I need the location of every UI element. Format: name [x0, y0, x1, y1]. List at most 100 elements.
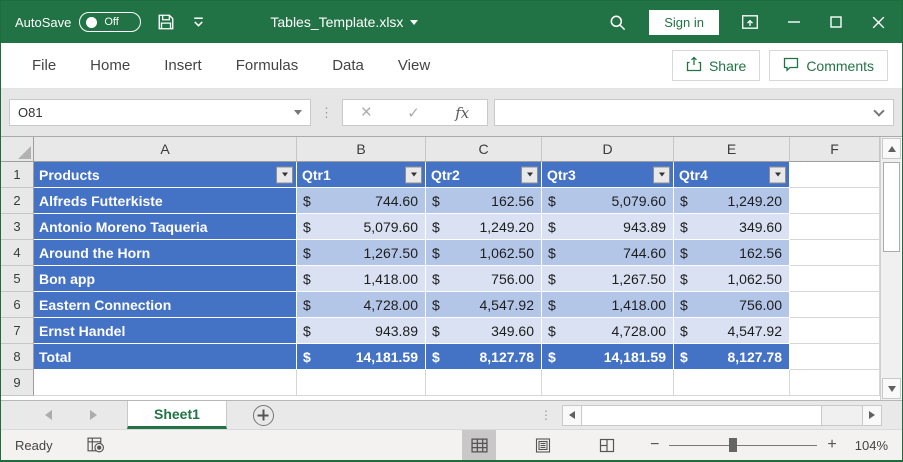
vertical-scrollbar[interactable] — [880, 137, 901, 400]
next-sheet-icon[interactable] — [90, 410, 97, 420]
cell-money[interactable]: $1,249.20 — [674, 188, 790, 214]
search-icon[interactable] — [608, 13, 627, 32]
scroll-left-button[interactable] — [563, 406, 582, 425]
cell-money[interactable]: $349.60 — [426, 318, 542, 344]
cancel-icon[interactable]: × — [361, 103, 372, 122]
cell-product[interactable]: Bon app — [34, 266, 297, 292]
cell-B9[interactable] — [297, 370, 426, 396]
row-header-4[interactable]: 4 — [1, 240, 34, 266]
tab-formulas[interactable]: Formulas — [219, 57, 316, 74]
cell-money[interactable]: $1,418.00 — [542, 292, 674, 318]
sheet-tab-sheet1[interactable]: Sheet1 — [127, 401, 227, 429]
row-header-5[interactable]: 5 — [1, 266, 34, 292]
scroll-down-button[interactable] — [882, 378, 901, 399]
autosave-toggle[interactable]: AutoSave Off — [15, 12, 141, 32]
horizontal-scrollbar-thumb[interactable] — [582, 406, 822, 425]
table-header-qtr4[interactable]: Qtr4 — [674, 162, 790, 188]
row-header-9[interactable]: 9 — [1, 370, 34, 396]
cell-money[interactable]: $4,728.00 — [297, 292, 426, 318]
column-header-B[interactable]: B — [297, 137, 426, 162]
vertical-scrollbar-thumb[interactable] — [883, 162, 900, 252]
cell-F4[interactable] — [790, 240, 880, 266]
insert-function-icon[interactable]: fx — [455, 104, 469, 122]
cell-F2[interactable] — [790, 188, 880, 214]
quick-access-toolbar-icon[interactable] — [191, 16, 206, 29]
cell-product[interactable]: Alfreds Futterkiste — [34, 188, 297, 214]
new-sheet-button[interactable] — [253, 405, 274, 426]
tab-home[interactable]: Home — [73, 57, 147, 74]
formula-input[interactable] — [494, 99, 894, 126]
cell-total-label[interactable]: Total — [34, 344, 297, 370]
ribbon-display-options-icon[interactable] — [741, 13, 759, 31]
cell-product[interactable]: Around the Horn — [34, 240, 297, 266]
cell-A9[interactable] — [34, 370, 297, 396]
page-layout-view-button[interactable] — [526, 430, 560, 460]
cell-money[interactable]: $349.60 — [674, 214, 790, 240]
row-header-7[interactable]: 7 — [1, 318, 34, 344]
cell-C9[interactable] — [426, 370, 542, 396]
table-header-qtr3[interactable]: Qtr3 — [542, 162, 674, 188]
row-header-8[interactable]: 8 — [1, 344, 34, 370]
cell-product[interactable]: Eastern Connection — [34, 292, 297, 318]
cell-money[interactable]: $943.89 — [542, 214, 674, 240]
cell-F1[interactable] — [790, 162, 880, 188]
filter-button-qtr2[interactable] — [521, 166, 538, 183]
cell-money[interactable]: $4,547.92 — [426, 292, 542, 318]
table-header-products[interactable]: Products — [34, 162, 297, 188]
zoom-in-button[interactable]: + — [827, 436, 836, 454]
cell-money[interactable]: $5,079.60 — [542, 188, 674, 214]
filter-button-qtr1[interactable] — [405, 166, 422, 183]
cell-D9[interactable] — [542, 370, 674, 396]
cell-money[interactable]: $1,062.50 — [426, 240, 542, 266]
formula-bar-grip-icon[interactable]: ⋮ — [320, 105, 333, 121]
cell-money[interactable]: $756.00 — [426, 266, 542, 292]
select-all-button[interactable] — [1, 137, 34, 162]
name-box-dropdown-icon[interactable] — [294, 110, 302, 115]
cell-money[interactable]: $1,267.50 — [297, 240, 426, 266]
cell-F5[interactable] — [790, 266, 880, 292]
cell-total[interactable]: $8,127.78 — [674, 344, 790, 370]
cell-product[interactable]: Antonio Moreno Taqueria — [34, 214, 297, 240]
column-header-E[interactable]: E — [674, 137, 790, 162]
cell-total[interactable]: $14,181.59 — [542, 344, 674, 370]
cell-money[interactable]: $162.56 — [426, 188, 542, 214]
tab-file[interactable]: File — [15, 57, 73, 74]
zoom-out-button[interactable]: − — [650, 436, 659, 454]
tab-view[interactable]: View — [381, 57, 447, 74]
autosave-switch[interactable]: Off — [79, 12, 141, 32]
cell-money[interactable]: $1,062.50 — [674, 266, 790, 292]
tab-data[interactable]: Data — [315, 57, 381, 74]
filter-button-qtr4[interactable] — [769, 166, 786, 183]
column-header-C[interactable]: C — [426, 137, 542, 162]
zoom-slider[interactable] — [669, 437, 817, 453]
column-header-D[interactable]: D — [542, 137, 674, 162]
sign-in-button[interactable]: Sign in — [649, 10, 719, 35]
cell-money[interactable]: $943.89 — [297, 318, 426, 344]
cell-F9[interactable] — [790, 370, 880, 396]
row-header-2[interactable]: 2 — [1, 188, 34, 214]
macro-record-icon[interactable] — [87, 437, 105, 453]
table-header-qtr2[interactable]: Qtr2 — [426, 162, 542, 188]
table-header-qtr1[interactable]: Qtr1 — [297, 162, 426, 188]
cell-product[interactable]: Ernst Handel — [34, 318, 297, 344]
horizontal-scrollbar[interactable] — [562, 405, 882, 426]
column-header-F[interactable]: F — [790, 137, 880, 162]
tab-insert[interactable]: Insert — [147, 57, 219, 74]
cell-F6[interactable] — [790, 292, 880, 318]
save-icon[interactable] — [157, 13, 175, 31]
cell-F7[interactable] — [790, 318, 880, 344]
filter-button-qtr3[interactable] — [653, 166, 670, 183]
column-header-A[interactable]: A — [34, 137, 297, 162]
expand-formula-bar-icon[interactable] — [873, 105, 884, 116]
zoom-slider-thumb[interactable] — [729, 438, 737, 452]
cell-total[interactable]: $8,127.78 — [426, 344, 542, 370]
cell-money[interactable]: $1,267.50 — [542, 266, 674, 292]
tab-bar-grip-icon[interactable]: ⋮ — [540, 408, 552, 422]
cell-money[interactable]: $744.60 — [297, 188, 426, 214]
page-break-preview-button[interactable] — [590, 430, 624, 460]
previous-sheet-icon[interactable] — [45, 410, 52, 420]
document-title[interactable]: Tables_Template.xlsx — [270, 14, 418, 30]
comments-button[interactable]: Comments — [769, 50, 888, 81]
row-header-6[interactable]: 6 — [1, 292, 34, 318]
cell-E9[interactable] — [674, 370, 790, 396]
